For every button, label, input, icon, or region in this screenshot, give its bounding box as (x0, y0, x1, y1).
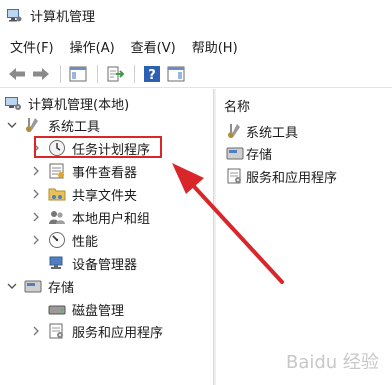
list-item-label: 存储 (246, 147, 273, 163)
help-icon[interactable]: ? (141, 63, 163, 85)
tools-icon (24, 116, 42, 134)
tree-item-label: 系统工具 (48, 119, 101, 135)
tree-item-computer-management[interactable]: 计算机管理(本地) (4, 92, 129, 114)
show-hide-console-tree-icon[interactable] (67, 63, 89, 85)
toolbar-separator (97, 64, 98, 83)
chevron-right-icon[interactable] (30, 166, 42, 176)
menu-action[interactable]: 操作(A) (70, 37, 115, 56)
list-item[interactable]: 存储 (226, 143, 272, 163)
tree-item-performance[interactable]: 性能 (30, 229, 98, 251)
forward-icon[interactable] (30, 63, 52, 85)
chevron-down-icon[interactable] (6, 120, 18, 130)
column-header-name[interactable]: 名称 (224, 96, 250, 115)
disk-icon (48, 300, 66, 318)
menu-file[interactable]: 文件(F) (10, 37, 54, 56)
tree-item-storage[interactable]: 存储 (6, 275, 74, 297)
chevron-right-icon[interactable] (30, 235, 42, 245)
list-item-label: 系统工具 (246, 125, 299, 141)
device-manager-icon (48, 254, 66, 272)
back-icon[interactable] (6, 63, 28, 85)
event-viewer-icon (48, 162, 66, 180)
tree-item-label: 事件查看器 (72, 165, 138, 181)
chevron-right-icon[interactable] (30, 326, 42, 336)
chevron-down-icon[interactable] (6, 281, 18, 291)
tree-item-label: 存储 (48, 280, 75, 296)
tree-item-device-manager[interactable]: 设备管理器 (48, 252, 137, 274)
tree-item-label: 计算机管理(本地) (28, 97, 130, 113)
tree-item-shared-folders[interactable]: 共享文件夹 (30, 183, 137, 205)
tree-item-label: 服务和应用程序 (72, 325, 164, 341)
chevron-right-icon[interactable] (30, 189, 42, 199)
chevron-right-icon[interactable] (30, 212, 42, 222)
shared-folder-icon (48, 185, 66, 203)
users-icon (48, 208, 66, 226)
tree-item-services-applications[interactable]: 服务和应用程序 (30, 320, 163, 342)
show-hide-action-pane-icon[interactable] (165, 63, 187, 85)
window-title: 计算机管理 (30, 9, 96, 25)
menu-view[interactable]: 查看(V) (131, 37, 176, 56)
list-item-label: 服务和应用程序 (246, 170, 338, 186)
tree-item-local-users-groups[interactable]: 本地用户和组 (30, 206, 150, 228)
tree-item-event-viewer[interactable]: 事件查看器 (30, 160, 137, 182)
title-bar: 计算机管理 (0, 0, 392, 30)
tree-item-label: 本地用户和组 (72, 211, 151, 227)
menu-help[interactable]: 帮助(H) (192, 37, 238, 56)
tree-item-system-tools[interactable]: 系统工具 (6, 114, 100, 136)
toolbar-separator (134, 64, 135, 83)
computer-management-icon (4, 94, 22, 112)
storage-icon (226, 144, 244, 162)
tree-item-label: 设备管理器 (72, 257, 138, 273)
services-icon (226, 167, 244, 185)
toolbar-separator (60, 64, 61, 83)
tree-item-label: 共享文件夹 (72, 188, 138, 204)
tree-item-label: 磁盘管理 (72, 303, 125, 319)
list-item[interactable]: 系统工具 (226, 121, 298, 141)
list-item[interactable]: 服务和应用程序 (226, 166, 337, 186)
services-icon (48, 322, 66, 340)
highlight-box (34, 136, 162, 158)
performance-icon (48, 231, 66, 249)
tree-item-disk-management[interactable]: 磁盘管理 (48, 298, 124, 320)
toolbar: ? (0, 60, 392, 88)
watermark: Baidu 经验 (286, 352, 379, 373)
menu-bar: 文件(F) 操作(A) 查看(V) 帮助(H) (0, 34, 392, 58)
tools-icon (226, 122, 244, 140)
computer-management-icon (6, 7, 22, 23)
tree-item-label: 性能 (72, 234, 99, 250)
export-list-icon[interactable] (104, 63, 126, 85)
storage-icon (24, 277, 42, 295)
svg-text:?: ? (148, 68, 156, 83)
